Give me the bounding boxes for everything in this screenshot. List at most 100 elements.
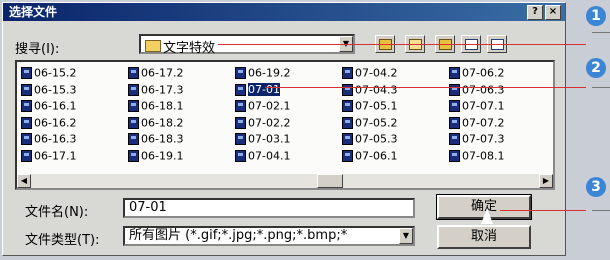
file-name: 06-16.3 <box>34 132 77 146</box>
file-item[interactable]: 06-18.1 <box>128 98 183 113</box>
file-name: 07-08.1 <box>462 149 505 162</box>
image-file-icon <box>235 67 246 79</box>
look-in-label: 搜寻(I): <box>15 42 60 57</box>
file-name: 06-17.2 <box>141 66 184 80</box>
horizontal-scrollbar[interactable]: ◀ ▶ <box>17 174 553 188</box>
file-name: 06-17.1 <box>34 149 77 162</box>
file-item[interactable]: 06-19.2 <box>235 65 290 80</box>
scroll-left-icon[interactable]: ◀ <box>17 174 31 188</box>
leader-line-1 <box>218 44 586 45</box>
file-item[interactable]: 06-19.1 <box>128 148 183 163</box>
file-item[interactable]: 07-04.3 <box>342 82 397 97</box>
file-item[interactable]: 07-03.1 <box>235 131 290 146</box>
image-file-icon <box>235 116 246 129</box>
file-item[interactable]: 06-16.1 <box>21 98 76 113</box>
scroll-right-icon[interactable]: ▶ <box>539 174 553 188</box>
step-marker-3: 3 <box>586 177 606 197</box>
scroll-thumb[interactable] <box>317 174 343 188</box>
file-name: 06-18.2 <box>141 116 184 129</box>
filetype-label: 文件类型(T): <box>25 233 100 248</box>
file-item[interactable]: 06-15.2 <box>21 65 76 80</box>
dialog-title: 选择文件 <box>9 5 58 19</box>
chevron-down-icon[interactable]: ▼ <box>399 228 413 244</box>
marker-rule-1 <box>592 32 610 33</box>
step-marker-2: 2 <box>586 58 606 78</box>
file-item[interactable]: 07-06.1 <box>342 148 397 163</box>
image-file-icon <box>449 116 460 129</box>
image-file-icon <box>21 116 32 129</box>
image-file-icon <box>128 67 139 79</box>
file-item[interactable]: 07-07.1 <box>449 98 504 113</box>
file-item[interactable]: 07-07.2 <box>449 115 504 130</box>
file-name: 07-06.2 <box>462 66 505 80</box>
leader-line-3 <box>500 210 586 211</box>
image-file-icon <box>342 116 353 129</box>
file-item[interactable]: 07-04.2 <box>342 65 397 80</box>
file-item[interactable]: 06-16.2 <box>21 115 76 130</box>
file-item[interactable]: 07-02.1 <box>235 98 290 113</box>
file-name: 07-06.1 <box>355 149 398 162</box>
file-item[interactable]: 07-02.2 <box>235 115 290 130</box>
file-item[interactable]: 07-04.1 <box>235 148 290 163</box>
marker-rule-3 <box>592 210 610 211</box>
file-name: 07-07.2 <box>462 116 505 129</box>
file-name: 07-04.1 <box>248 149 291 162</box>
file-name: 06-17.3 <box>141 83 184 96</box>
file-item[interactable]: 06-18.3 <box>128 131 183 146</box>
file-list[interactable]: 07-08.1 07-06.1 07-04.1 06-19.1 06-17.1 07-07… <box>15 60 555 190</box>
filename-label: 文件名(N): <box>25 205 89 220</box>
close-button[interactable]: × <box>545 5 561 20</box>
file-item[interactable]: 07-08.1 <box>449 148 504 163</box>
cancel-button[interactable]: 取消 <box>437 225 531 249</box>
help-button[interactable]: ? <box>527 5 543 20</box>
file-name: 07-06.3 <box>462 83 505 96</box>
file-name: 07-04.3 <box>355 83 398 96</box>
file-item[interactable]: 07-06.2 <box>449 65 504 80</box>
file-item[interactable]: 07-05.3 <box>342 131 397 146</box>
image-file-icon <box>128 100 139 112</box>
file-item[interactable]: 06-17.2 <box>128 65 183 80</box>
folder-icon <box>145 40 161 52</box>
image-file-icon <box>235 133 246 145</box>
filetype-value: 所有图片 (*.gif;*.jpg;*.png;*.bmp;* <box>129 228 348 243</box>
image-file-icon <box>235 83 246 96</box>
file-item[interactable]: 07-06.3 <box>449 82 504 97</box>
file-item[interactable]: 07-01 <box>235 82 280 97</box>
file-item[interactable]: 06-17.1 <box>21 148 76 163</box>
image-file-icon <box>21 83 32 96</box>
marker-rule-2 <box>592 87 610 88</box>
file-name: 07-03.1 <box>248 132 291 146</box>
image-file-icon <box>449 149 460 162</box>
file-item[interactable]: 07-07.3 <box>449 131 504 146</box>
file-name: 07-02.1 <box>248 99 291 113</box>
file-name: 06-18.3 <box>141 132 184 146</box>
image-file-icon <box>342 149 353 162</box>
image-file-icon <box>128 133 139 145</box>
file-item[interactable]: 06-18.2 <box>128 115 183 130</box>
file-name: 07-07.1 <box>462 99 505 113</box>
file-name: 06-16.1 <box>34 99 77 113</box>
file-name: 07-05.2 <box>355 116 398 129</box>
image-file-icon <box>235 149 246 162</box>
file-item[interactable]: 07-05.2 <box>342 115 397 130</box>
image-file-icon <box>449 133 460 145</box>
look-in-value: 文字特效 <box>163 41 216 56</box>
file-item[interactable]: 07-05.1 <box>342 98 397 113</box>
file-name: 06-15.3 <box>34 83 77 96</box>
file-item[interactable]: 06-17.3 <box>128 82 183 97</box>
image-file-icon <box>21 149 32 162</box>
file-name: 07-02.2 <box>248 116 291 129</box>
file-name: 07-05.3 <box>355 132 398 146</box>
file-name: 06-16.2 <box>34 116 77 129</box>
image-file-icon <box>235 100 246 112</box>
filetype-select[interactable]: 所有图片 (*.gif;*.jpg;*.png;*.bmp;* ▼ <box>123 226 415 246</box>
image-file-icon <box>342 133 353 145</box>
image-file-icon <box>21 133 32 145</box>
file-name: 07-07.3 <box>462 132 505 146</box>
file-item[interactable]: 06-15.3 <box>21 82 76 97</box>
image-file-icon <box>449 100 460 112</box>
filename-input[interactable]: 07-01 <box>123 198 415 218</box>
image-file-icon <box>342 67 353 79</box>
image-file-icon <box>342 100 353 112</box>
file-item[interactable]: 06-16.3 <box>21 131 76 146</box>
